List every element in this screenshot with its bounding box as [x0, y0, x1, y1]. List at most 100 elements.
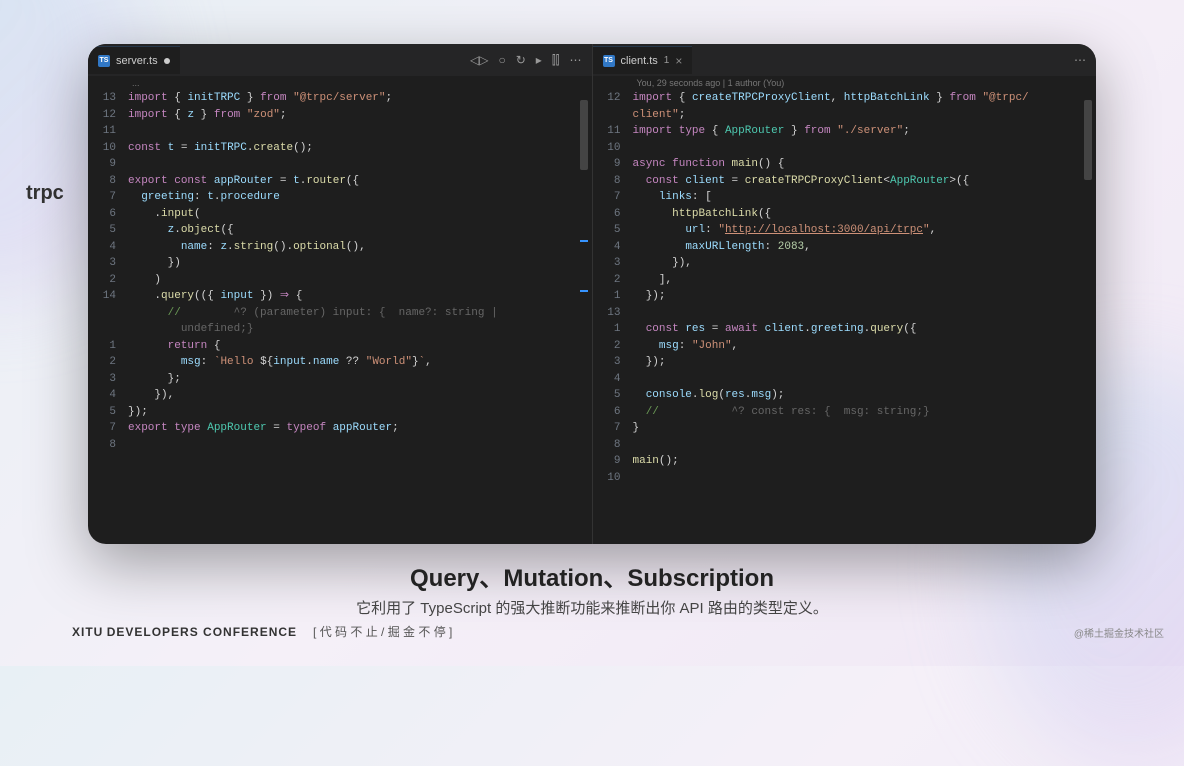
code-content[interactable]: z.object({: [128, 222, 592, 239]
code-content[interactable]: ): [128, 272, 592, 289]
code-content[interactable]: undefined;}: [128, 321, 592, 338]
code-content[interactable]: [128, 156, 592, 173]
code-line[interactable]: 7export type AppRouter = typeof appRoute…: [88, 420, 592, 437]
code-content[interactable]: async function main() {: [633, 156, 1097, 173]
circle-icon[interactable]: ○: [498, 53, 505, 68]
close-icon[interactable]: ×: [675, 54, 682, 68]
code-line[interactable]: 6 .input(: [88, 206, 592, 223]
code-content[interactable]: [128, 437, 592, 454]
code-content[interactable]: [633, 305, 1097, 322]
code-line[interactable]: 2 msg: "John",: [593, 338, 1097, 355]
code-content[interactable]: [633, 371, 1097, 388]
code-line[interactable]: 5});: [88, 404, 592, 421]
code-line[interactable]: 8: [593, 437, 1097, 454]
code-line[interactable]: 13: [593, 305, 1097, 322]
tab-client[interactable]: TS client.ts 1 ×: [593, 46, 693, 74]
code-line[interactable]: // ^? (parameter) input: { name?: string…: [88, 305, 592, 322]
code-content[interactable]: maxURLlength: 2083,: [633, 239, 1097, 256]
code-line[interactable]: 2 ): [88, 272, 592, 289]
code-line[interactable]: 6 // ^? const res: { msg: string;}: [593, 404, 1097, 421]
code-line[interactable]: 8: [88, 437, 592, 454]
code-line[interactable]: 5 z.object({: [88, 222, 592, 239]
code-content[interactable]: links: [: [633, 189, 1097, 206]
code-line[interactable]: 7}: [593, 420, 1097, 437]
code-editor-right[interactable]: 12import { createTRPCProxyClient, httpBa…: [593, 90, 1097, 544]
code-content[interactable]: msg: "John",: [633, 338, 1097, 355]
code-line[interactable]: 10: [593, 140, 1097, 157]
code-line[interactable]: 9async function main() {: [593, 156, 1097, 173]
code-line[interactable]: 4 maxURLlength: 2083,: [593, 239, 1097, 256]
code-content[interactable]: url: "http://localhost:3000/api/trpc",: [633, 222, 1097, 239]
code-line[interactable]: 12import { createTRPCProxyClient, httpBa…: [593, 90, 1097, 107]
code-content[interactable]: [633, 140, 1097, 157]
code-line[interactable]: 14 .query(({ input }) ⇒ {: [88, 288, 592, 305]
code-content[interactable]: return {: [128, 338, 592, 355]
code-content[interactable]: import type { AppRouter } from "./server…: [633, 123, 1097, 140]
code-line[interactable]: 11import type { AppRouter } from "./serv…: [593, 123, 1097, 140]
scrollbar[interactable]: [580, 90, 590, 544]
code-content[interactable]: greeting: t.procedure: [128, 189, 592, 206]
code-content[interactable]: msg: `Hello ${input.name ?? "World"}`,: [128, 354, 592, 371]
code-line[interactable]: 9main();: [593, 453, 1097, 470]
code-content[interactable]: }),: [633, 255, 1097, 272]
code-content[interactable]: }): [128, 255, 592, 272]
code-line[interactable]: client";: [593, 107, 1097, 124]
code-line[interactable]: 3 }),: [593, 255, 1097, 272]
code-line[interactable]: 10: [593, 470, 1097, 487]
code-line[interactable]: 13import { initTRPC } from "@trpc/server…: [88, 90, 592, 107]
code-line[interactable]: 2 msg: `Hello ${input.name ?? "World"}`,: [88, 354, 592, 371]
code-content[interactable]: httpBatchLink({: [633, 206, 1097, 223]
code-content[interactable]: import { initTRPC } from "@trpc/server";: [128, 90, 592, 107]
code-line[interactable]: 4 }),: [88, 387, 592, 404]
code-content[interactable]: });: [128, 404, 592, 421]
code-line[interactable]: 10const t = initTRPC.create();: [88, 140, 592, 157]
code-line[interactable]: 5 console.log(res.msg);: [593, 387, 1097, 404]
code-content[interactable]: import { z } from "zod";: [128, 107, 592, 124]
tab-server[interactable]: TS server.ts: [88, 46, 180, 74]
code-content[interactable]: main();: [633, 453, 1097, 470]
code-content[interactable]: console.log(res.msg);: [633, 387, 1097, 404]
refresh-icon[interactable]: ↻: [516, 53, 526, 68]
code-content[interactable]: [633, 470, 1097, 487]
code-line[interactable]: 1 const res = await client.greeting.quer…: [593, 321, 1097, 338]
more-icon[interactable]: ⋯: [570, 53, 582, 68]
code-content[interactable]: .input(: [128, 206, 592, 223]
code-content[interactable]: export const appRouter = t.router({: [128, 173, 592, 190]
code-content[interactable]: [633, 437, 1097, 454]
code-line[interactable]: 1 });: [593, 288, 1097, 305]
code-content[interactable]: };: [128, 371, 592, 388]
code-content[interactable]: ],: [633, 272, 1097, 289]
back-icon[interactable]: ◁▷: [470, 53, 488, 68]
code-line[interactable]: 12import { z } from "zod";: [88, 107, 592, 124]
code-content[interactable]: const client = createTRPCProxyClient<App…: [633, 173, 1097, 190]
code-line[interactable]: 4 name: z.string().optional(),: [88, 239, 592, 256]
code-content[interactable]: });: [633, 354, 1097, 371]
code-content[interactable]: export type AppRouter = typeof appRouter…: [128, 420, 592, 437]
split-icon[interactable]: ⫿⫿: [552, 53, 560, 68]
code-line[interactable]: 3 });: [593, 354, 1097, 371]
code-line[interactable]: 8 const client = createTRPCProxyClient<A…: [593, 173, 1097, 190]
code-line[interactable]: 7 greeting: t.procedure: [88, 189, 592, 206]
code-line[interactable]: 11: [88, 123, 592, 140]
code-content[interactable]: // ^? (parameter) input: { name?: string…: [128, 305, 592, 322]
code-line[interactable]: 4: [593, 371, 1097, 388]
code-content[interactable]: // ^? const res: { msg: string;}: [633, 404, 1097, 421]
code-content[interactable]: .query(({ input }) ⇒ {: [128, 288, 592, 305]
code-line[interactable]: 2 ],: [593, 272, 1097, 289]
code-line[interactable]: 9: [88, 156, 592, 173]
code-content[interactable]: const res = await client.greeting.query(…: [633, 321, 1097, 338]
code-line[interactable]: 6 httpBatchLink({: [593, 206, 1097, 223]
code-line[interactable]: 1 return {: [88, 338, 592, 355]
code-content[interactable]: const t = initTRPC.create();: [128, 140, 592, 157]
code-content[interactable]: }),: [128, 387, 592, 404]
code-content[interactable]: });: [633, 288, 1097, 305]
code-content[interactable]: client";: [633, 107, 1097, 124]
scrollbar[interactable]: [1084, 90, 1094, 544]
play-icon[interactable]: ▸: [536, 53, 542, 68]
code-line[interactable]: 7 links: [: [593, 189, 1097, 206]
code-line[interactable]: 3 }): [88, 255, 592, 272]
code-line[interactable]: 3 };: [88, 371, 592, 388]
more-icon[interactable]: ⋯: [1074, 53, 1086, 67]
code-content[interactable]: import { createTRPCProxyClient, httpBatc…: [633, 90, 1097, 107]
code-content[interactable]: [128, 123, 592, 140]
